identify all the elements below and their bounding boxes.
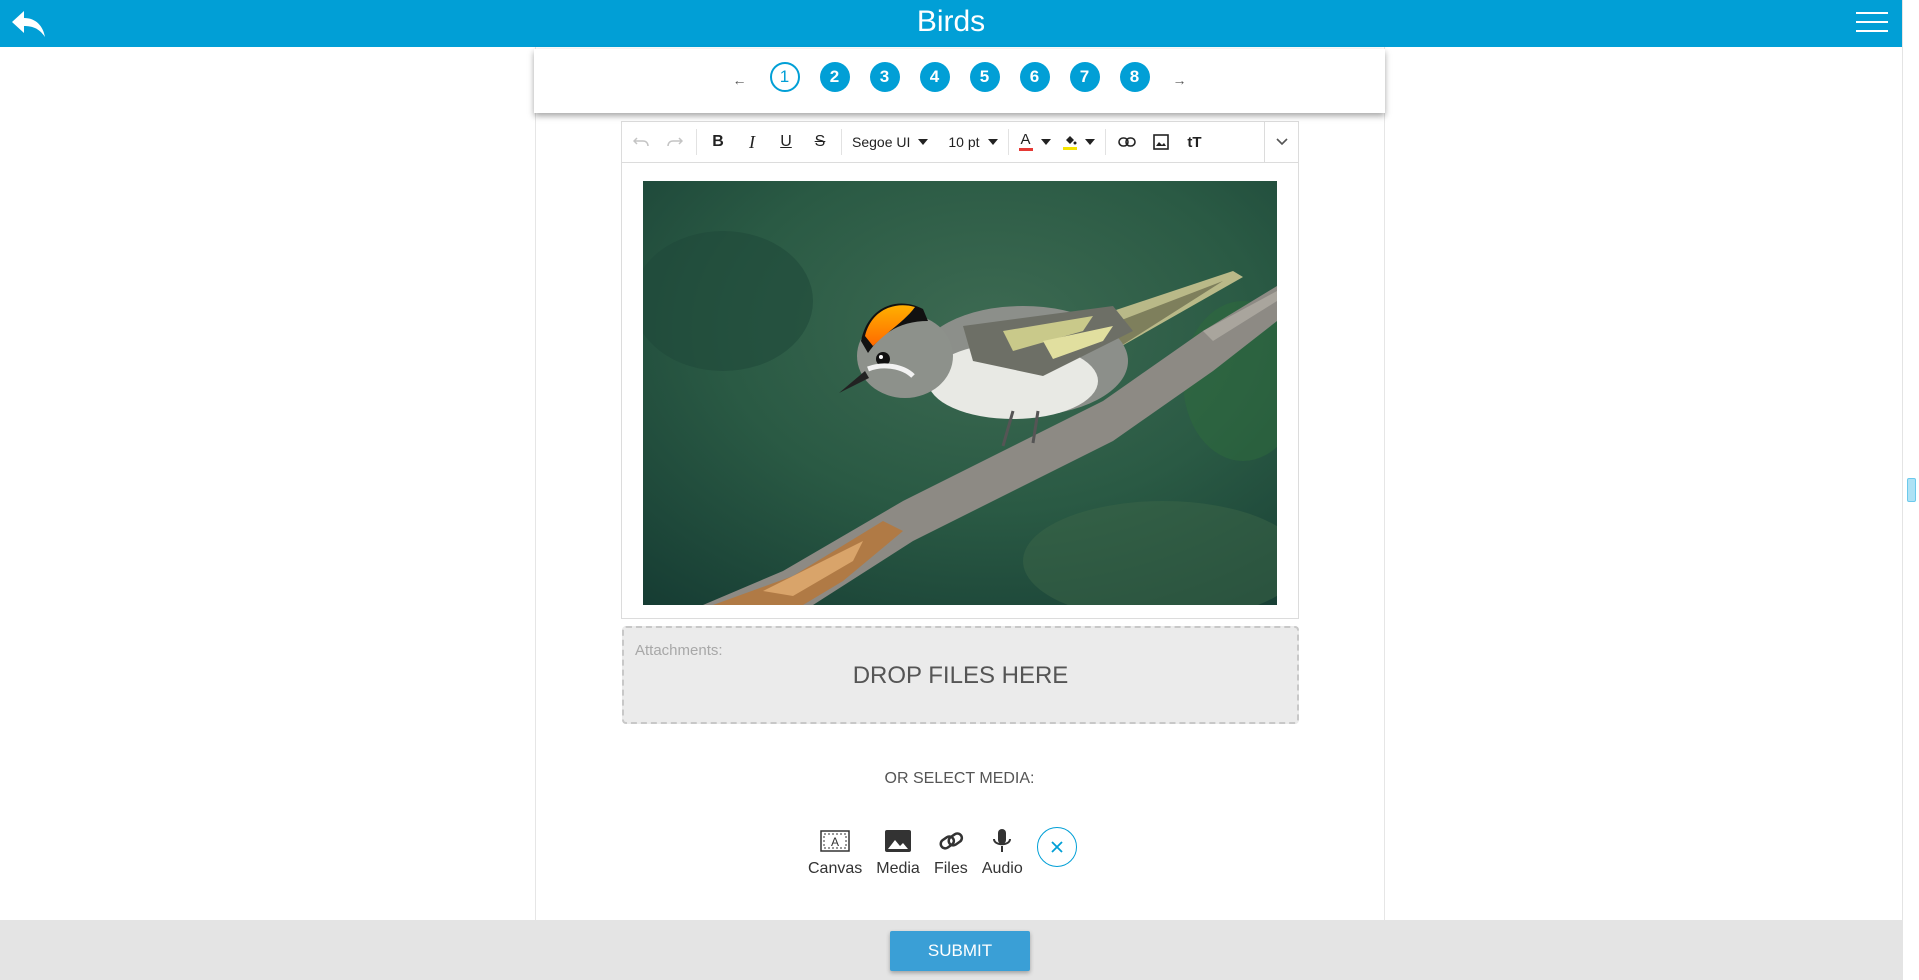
chevron-down-icon xyxy=(918,139,929,145)
italic-icon[interactable]: I xyxy=(735,127,769,157)
select-media-heading: OR SELECT MEDIA: xyxy=(884,770,1035,787)
canvas-icon: A xyxy=(818,827,852,855)
strikethrough-icon[interactable]: S xyxy=(803,127,837,157)
link-icon[interactable] xyxy=(1110,127,1144,157)
toolbar-divider xyxy=(1007,129,1009,155)
underline-icon[interactable]: U xyxy=(769,127,803,157)
page-button-1[interactable]: 1 xyxy=(769,62,800,92)
font-size-value: 10 pt xyxy=(948,134,980,150)
attachments-dropzone[interactable]: Attachments: DROP FILES HERE xyxy=(622,626,1299,724)
editor-toolbar: B I U S Segoe UI 10 pt A tT xyxy=(622,122,1298,163)
chevron-down-icon xyxy=(1084,139,1095,145)
highlight-color-button[interactable] xyxy=(1057,127,1101,157)
rich-text-editor: B I U S Segoe UI 10 pt A tT xyxy=(621,121,1299,619)
page-button-8[interactable]: 8 xyxy=(1119,62,1150,92)
app-page: Birds ← 1 2 3 4 5 6 7 8 → B I U S Segoe … xyxy=(0,0,1919,980)
chevron-down-icon xyxy=(1040,139,1051,145)
font-family-value: Segoe UI xyxy=(852,134,911,150)
files-label: Files xyxy=(933,860,968,877)
files-button[interactable]: Files xyxy=(934,827,968,878)
redo-icon[interactable] xyxy=(658,127,692,157)
text-color-icon: A xyxy=(1018,132,1033,151)
pagination-card: ← 1 2 3 4 5 6 7 8 → xyxy=(534,49,1385,113)
font-size-select[interactable]: 10 pt xyxy=(942,127,1003,157)
editor-content-area[interactable] xyxy=(622,163,1298,618)
vertical-scrollbar[interactable] xyxy=(1902,0,1919,980)
media-label: Media xyxy=(876,860,920,877)
svg-text:A: A xyxy=(831,835,839,849)
drop-files-message: DROP FILES HERE xyxy=(852,662,1069,689)
attachments-label: Attachments: xyxy=(635,642,723,659)
media-button[interactable]: Media xyxy=(876,827,920,878)
media-buttons: A Canvas Media Files Audio xyxy=(808,827,1077,878)
toolbar-divider xyxy=(841,129,842,155)
page-button-2[interactable]: 2 xyxy=(819,62,850,92)
page-button-7[interactable]: 7 xyxy=(1069,62,1100,92)
top-bar: Birds xyxy=(0,0,1902,47)
bold-icon[interactable]: B xyxy=(701,127,735,157)
insert-image-icon[interactable] xyxy=(1144,127,1178,157)
audio-label: Audio xyxy=(981,860,1023,877)
undo-icon[interactable] xyxy=(624,127,658,157)
footer-bar: SUBMIT xyxy=(0,920,1902,980)
canvas-button[interactable]: A Canvas xyxy=(808,827,862,878)
bird-photo xyxy=(643,181,1277,605)
microphone-icon xyxy=(985,827,1019,855)
page-button-4[interactable]: 4 xyxy=(919,62,950,92)
chevron-down-icon xyxy=(987,139,998,145)
link-icon xyxy=(934,827,968,855)
next-page-arrow[interactable]: → xyxy=(1160,72,1200,88)
scrollbar-thumb[interactable] xyxy=(1907,478,1916,502)
submit-button[interactable]: SUBMIT xyxy=(890,931,1030,971)
pagination: ← 1 2 3 4 5 6 7 8 → xyxy=(534,62,1385,92)
hamburger-menu-icon[interactable] xyxy=(1856,12,1888,36)
image-icon xyxy=(881,827,915,855)
toolbar-more-chevron-icon[interactable] xyxy=(1264,122,1298,162)
prev-page-arrow[interactable]: ← xyxy=(720,72,760,88)
close-icon[interactable] xyxy=(1036,827,1077,867)
highlight-color-icon xyxy=(1062,134,1077,150)
audio-button[interactable]: Audio xyxy=(982,827,1023,878)
page-title: Birds xyxy=(916,5,986,38)
text-color-button[interactable]: A xyxy=(1013,127,1057,157)
toolbar-divider xyxy=(1104,129,1106,155)
canvas-label: Canvas xyxy=(808,860,863,877)
font-family-select[interactable]: Segoe UI xyxy=(846,127,934,157)
toolbar-divider xyxy=(696,129,697,155)
page-button-6[interactable]: 6 xyxy=(1019,62,1050,92)
text-size-icon[interactable]: tT xyxy=(1178,127,1212,157)
page-button-5[interactable]: 5 xyxy=(969,62,1000,92)
page-button-3[interactable]: 3 xyxy=(869,62,900,92)
